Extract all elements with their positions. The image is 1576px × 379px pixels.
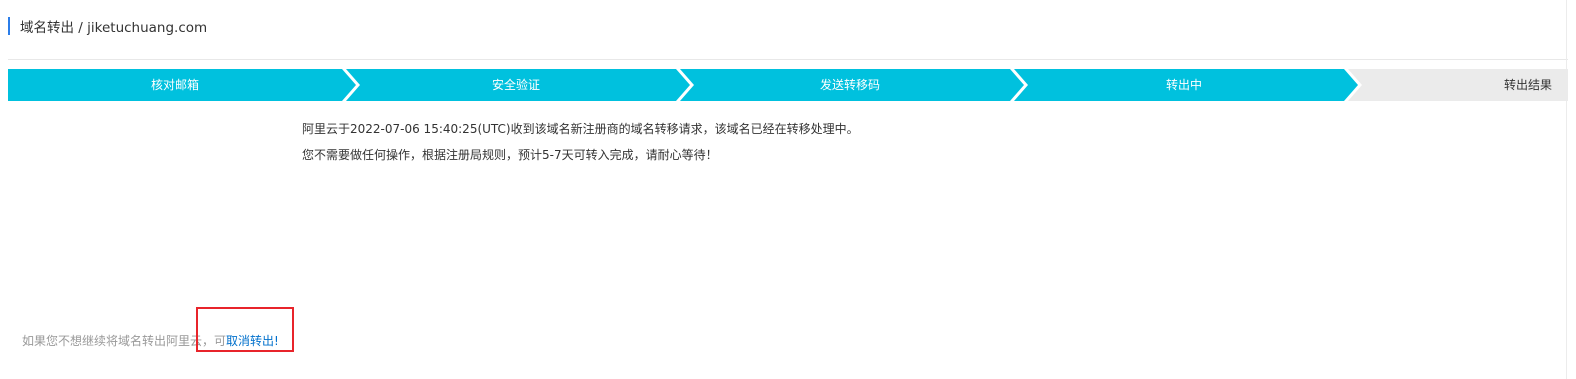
step-label-security-check: 安全验证 (491, 78, 540, 92)
cancel-transfer-link[interactable]: 取消转出! (226, 334, 279, 348)
cancel-transfer-note: 如果您不想继续将域名转出阿里云，可取消转出! (22, 332, 279, 349)
panel-right-border (1566, 0, 1567, 379)
step-label-send-transfer-code: 发送转移码 (819, 78, 880, 92)
step-label-result: 转出结果 (1503, 78, 1552, 92)
step-label-verify-email: 核对邮箱 (150, 78, 199, 92)
status-line-1: 阿里云于2022-07-06 15:40:25(UTC)收到该域名新注册商的域名… (302, 122, 859, 136)
page-title: 域名转出 / jiketuchuang.com (20, 20, 208, 36)
page-header: 域名转出 / jiketuchuang.com (8, 17, 208, 36)
status-line-2: 您不需要做任何操作，根据注册局规则，预计5-7天可转入完成，请耐心等待！ (302, 148, 718, 162)
cancel-note-text: 如果您不想继续将域名转出阿里云，可 (22, 334, 227, 348)
domain-transfer-out-page: 域名转出 / jiketuchuang.com 核对邮箱 安全验证 发送转移码 … (0, 0, 1576, 379)
transfer-status-message: 阿里云于2022-07-06 15:40:25(UTC)收到该域名新注册商的域名… (302, 116, 859, 168)
progress-steps: 核对邮箱 安全验证 发送转移码 转出中 转出结果 (8, 69, 1568, 101)
step-label-transferring: 转出中 (1165, 78, 1202, 92)
header-divider (8, 59, 1568, 60)
